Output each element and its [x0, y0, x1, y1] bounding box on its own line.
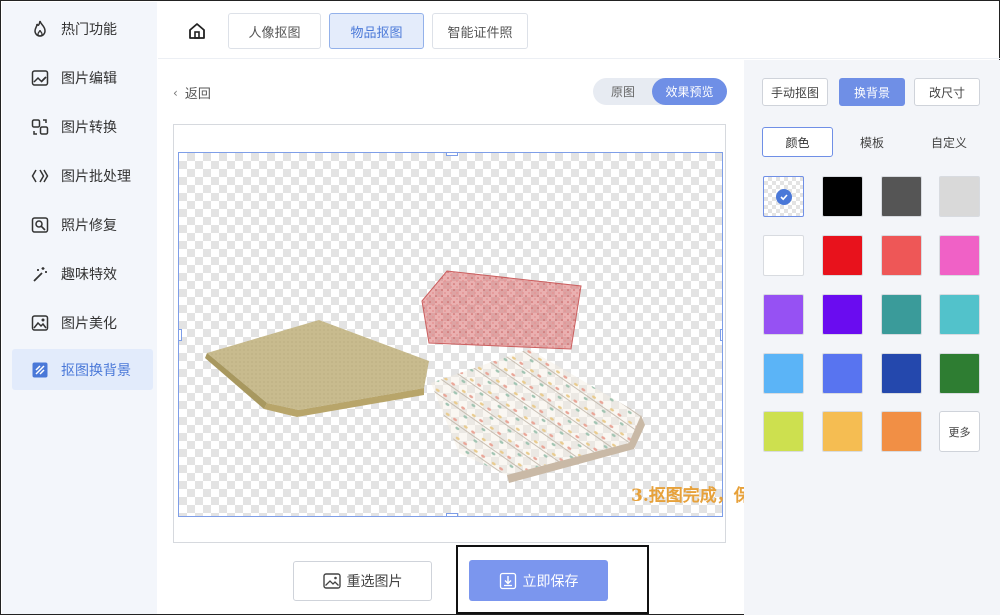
color-swatch[interactable]: [822, 411, 863, 452]
home-button[interactable]: [184, 18, 210, 44]
color-swatch[interactable]: [881, 294, 922, 335]
flame-icon: [30, 19, 50, 39]
color-swatch[interactable]: [939, 294, 980, 335]
color-swatch[interactable]: [881, 176, 922, 217]
manual-cutout-button[interactable]: 手动抠图: [762, 78, 828, 106]
toggle-original[interactable]: 原图: [599, 78, 647, 105]
resize-handle-left[interactable]: [179, 329, 182, 341]
resize-button[interactable]: 改尺寸: [914, 78, 980, 106]
toggle-preview[interactable]: 效果预览: [652, 78, 727, 105]
color-swatch[interactable]: [939, 176, 980, 217]
sidebar-item-image-edit[interactable]: 图片编辑: [12, 57, 153, 98]
reselect-label: 重选图片: [346, 574, 403, 590]
download-icon: [499, 572, 517, 590]
sidebar-item-fun-effects[interactable]: 趣味特效: [12, 253, 153, 294]
sidebar-item-label: 图片批处理: [61, 168, 131, 185]
view-toggle: 原图 效果预览: [593, 78, 727, 105]
sidebar-item-label: 热门功能: [61, 21, 117, 38]
image-beautify-icon: [30, 313, 50, 333]
reselect-image-button[interactable]: 重选图片: [293, 561, 432, 601]
cutout-image: [205, 270, 645, 483]
color-swatch[interactable]: [822, 353, 863, 394]
tab-object-cutout[interactable]: 物品抠图: [329, 13, 424, 49]
image-convert-icon: [30, 117, 50, 137]
sidebar-item-photo-repair[interactable]: 照片修复: [12, 204, 153, 245]
sidebar-item-label: 图片转换: [61, 119, 117, 136]
image-icon: [322, 573, 341, 589]
sidebar: 热门功能 图片编辑 图片转换 图片批处理 照片修复 趣味特效 图片美化 抠图换背…: [2, 2, 157, 614]
resize-handle-right[interactable]: [720, 329, 722, 341]
app-window: 热门功能 图片编辑 图片转换 图片批处理 照片修复 趣味特效 图片美化 抠图换背…: [0, 0, 1000, 615]
resize-handle-top[interactable]: [446, 153, 458, 156]
chevron-left-icon: ‹: [173, 85, 178, 100]
color-swatch[interactable]: [763, 235, 804, 276]
color-swatch[interactable]: [881, 411, 922, 452]
color-swatch[interactable]: [763, 353, 804, 394]
back-link[interactable]: ‹ 返回: [173, 83, 211, 103]
swatch-transparent[interactable]: [763, 176, 804, 217]
top-tab-bar: 人像抠图 物品抠图 智能证件照: [158, 2, 1000, 59]
tab-id-photo[interactable]: 智能证件照: [432, 13, 528, 49]
tab-color[interactable]: 颜色: [762, 127, 833, 157]
more-colors-button[interactable]: 更多: [939, 411, 980, 452]
image-edit-icon: [30, 68, 50, 88]
tab-custom[interactable]: 自定义: [914, 127, 984, 157]
batch-icon: [30, 166, 50, 186]
color-swatch[interactable]: [763, 294, 804, 335]
color-swatch[interactable]: [763, 411, 804, 452]
color-swatch[interactable]: [939, 235, 980, 276]
sidebar-item-cutout-background[interactable]: 抠图换背景: [12, 349, 153, 390]
change-background-button[interactable]: 换背景: [839, 78, 905, 106]
save-label: 立即保存: [522, 573, 579, 590]
color-swatch[interactable]: [822, 176, 863, 217]
photo-repair-icon: [30, 215, 50, 235]
cutout-icon: [30, 360, 50, 380]
sidebar-item-image-convert[interactable]: 图片转换: [12, 106, 153, 147]
transparent-canvas[interactable]: [178, 152, 723, 517]
magic-wand-icon: [30, 264, 50, 284]
save-now-button[interactable]: 立即保存: [469, 560, 608, 601]
color-swatch[interactable]: [939, 353, 980, 394]
sidebar-item-label: 图片编辑: [61, 70, 117, 87]
background-panel: 手动抠图 换背景 改尺寸 颜色 模板 自定义 更多: [744, 60, 1000, 615]
back-label: 返回: [184, 87, 211, 102]
tab-portrait-cutout[interactable]: 人像抠图: [228, 13, 321, 49]
sidebar-item-hot-features[interactable]: 热门功能: [12, 8, 153, 49]
sidebar-item-label: 抠图换背景: [61, 362, 131, 379]
sidebar-item-label: 图片美化: [61, 315, 117, 332]
home-icon: [189, 23, 205, 39]
check-icon: [776, 189, 792, 205]
color-swatch[interactable]: [822, 294, 863, 335]
color-swatch[interactable]: [881, 235, 922, 276]
sidebar-item-label: 趣味特效: [61, 266, 117, 283]
sidebar-item-image-beautify[interactable]: 图片美化: [12, 302, 153, 343]
sidebar-item-label: 照片修复: [61, 217, 117, 234]
tab-template[interactable]: 模板: [839, 127, 905, 157]
sidebar-item-batch[interactable]: 图片批处理: [12, 155, 153, 196]
resize-handle-bottom[interactable]: [446, 513, 458, 516]
color-swatch[interactable]: [822, 235, 863, 276]
color-swatch[interactable]: [881, 353, 922, 394]
